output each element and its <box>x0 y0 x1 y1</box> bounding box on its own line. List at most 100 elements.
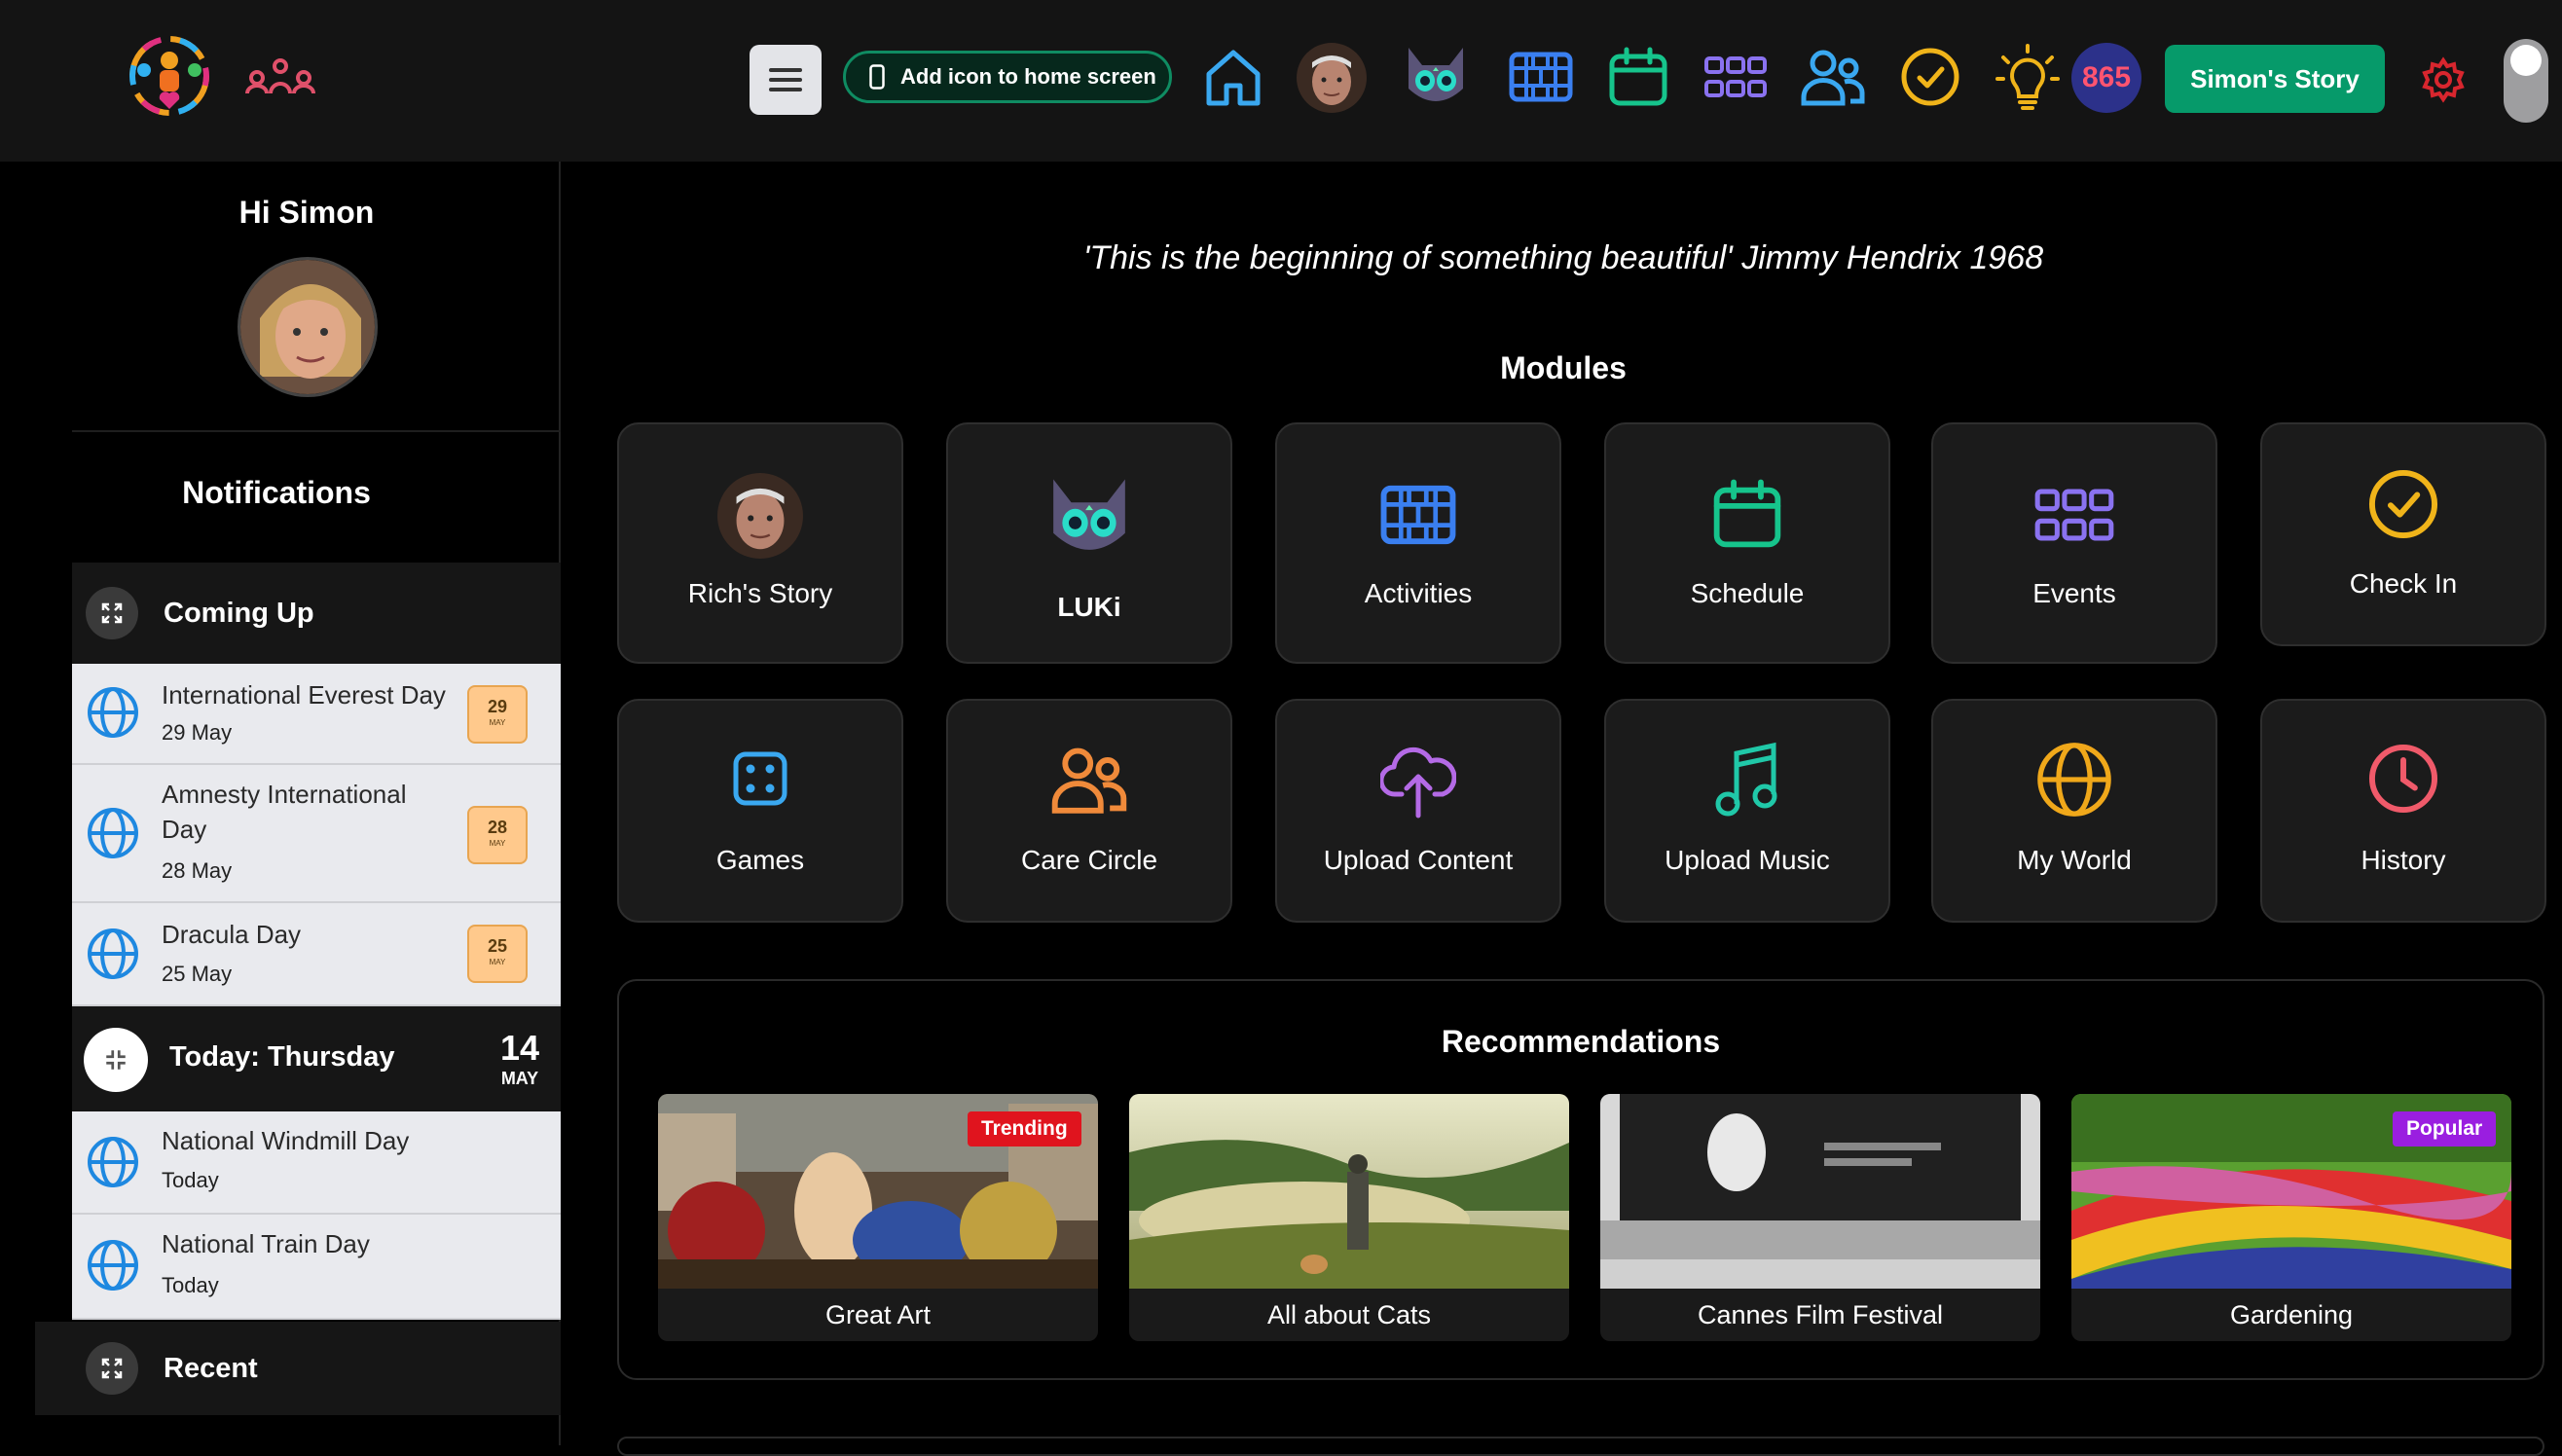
music-icon <box>1606 742 1888 819</box>
expand-icon[interactable] <box>86 1342 138 1395</box>
today-label: Today: Thursday <box>169 1041 395 1073</box>
notification-item[interactable]: National Windmill Day Today <box>72 1111 561 1215</box>
module-label: Activities <box>1364 578 1473 608</box>
care-circle-icon[interactable] <box>1791 35 1875 119</box>
settings-gear-icon[interactable] <box>2404 41 2482 119</box>
app-logo[interactable] <box>123 31 216 121</box>
module-luki[interactable]: LUKi <box>946 422 1232 664</box>
points-badge[interactable]: 865 <box>2071 43 2141 113</box>
notification-title: National Train Day <box>162 1229 370 1258</box>
notification-title: Amnesty International Day <box>162 780 407 844</box>
module-games[interactable]: Games <box>617 699 903 923</box>
globe-icon <box>1933 740 2215 819</box>
lightbulb-icon[interactable] <box>1986 35 2069 119</box>
module-activities[interactable]: Activities <box>1275 422 1561 664</box>
coming-up-header[interactable]: Coming Up <box>72 563 561 664</box>
home-icon[interactable] <box>1191 35 1275 119</box>
phone-icon <box>869 64 885 90</box>
date-chip: 29 MAY <box>467 685 528 744</box>
recommendation-label: Great Art <box>824 1300 932 1329</box>
globe-icon <box>88 808 138 858</box>
globe-icon <box>88 928 138 979</box>
coming-up-label: Coming Up <box>164 597 314 629</box>
module-label: Check In <box>2349 568 2458 599</box>
notification-date: 25 May <box>162 962 233 986</box>
module-label: My World <box>2017 845 2132 875</box>
recent-header[interactable]: Recent <box>35 1322 561 1415</box>
recommendation-card-gardening[interactable]: Popular Gardening <box>2071 1094 2511 1341</box>
modules-title: Modules <box>1500 350 1627 385</box>
module-events[interactable]: Events <box>1931 422 2217 664</box>
add-to-home-screen-button[interactable]: Add icon to home screen <box>843 51 1172 103</box>
user-avatar[interactable] <box>238 257 378 397</box>
module-upload-content[interactable]: Upload Content <box>1275 699 1561 923</box>
module-my-world[interactable]: My World <box>1931 699 2217 923</box>
module-care-circle[interactable]: Care Circle <box>946 699 1232 923</box>
notifications-title: Notifications <box>182 475 371 510</box>
module-label: Events <box>2032 578 2116 608</box>
module-label: Games <box>715 845 805 875</box>
recommendations-title: Recommendations <box>1441 1024 1721 1059</box>
globe-icon <box>88 687 138 738</box>
module-upload-music[interactable]: Upload Music <box>1604 699 1890 923</box>
toggle-knob <box>2510 45 2542 76</box>
recommendation-label: Cannes Film Festival <box>1697 1300 1944 1329</box>
recommendation-card-cannes[interactable]: Cannes Film Festival <box>1600 1094 2040 1341</box>
module-history[interactable]: History <box>2260 699 2546 923</box>
module-label: Upload Content <box>1323 845 1514 875</box>
notification-title: National Windmill Day <box>162 1126 410 1155</box>
schedule-icon[interactable] <box>1596 35 1680 119</box>
module-label: LUKi <box>1057 592 1121 622</box>
date-chip: 28 MAY <box>467 806 528 864</box>
theme-toggle[interactable] <box>2504 39 2548 123</box>
notification-item[interactable]: National Train Day Today <box>72 1215 561 1320</box>
today-header[interactable]: Today: Thursday 14 MAY <box>72 1006 561 1111</box>
schedule-icon <box>1606 479 1888 549</box>
recent-label: Recent <box>164 1352 258 1384</box>
recommendations-panel: Recommendations Trending Great Art All a… <box>617 979 2544 1380</box>
popular-badge: Popular <box>2393 1111 2497 1147</box>
hamburger-icon <box>769 68 802 91</box>
module-label: History <box>2361 845 2446 875</box>
check-in-icon[interactable] <box>1888 35 1972 119</box>
luki-cat-icon[interactable] <box>1394 35 1478 119</box>
expand-icon[interactable] <box>86 587 138 639</box>
recommendation-label: All about Cats <box>1266 1300 1432 1329</box>
notification-date: Today <box>162 1168 219 1192</box>
notification-item[interactable]: Dracula Day 25 May 25 MAY <box>72 903 561 1006</box>
today-day-number: 14 <box>499 1028 540 1068</box>
menu-button[interactable] <box>750 45 822 115</box>
notification-title: Dracula Day <box>162 920 302 949</box>
globe-icon <box>88 1137 138 1187</box>
module-schedule[interactable]: Schedule <box>1604 422 1890 664</box>
module-check-in[interactable]: Check In <box>2260 422 2546 646</box>
family-icon[interactable] <box>243 55 317 97</box>
cats-image <box>1129 1094 1569 1289</box>
events-icon[interactable] <box>1694 35 1777 119</box>
date-chip: 25 MAY <box>467 925 528 983</box>
notification-item[interactable]: Amnesty International Day 28 May 28 MAY <box>72 765 561 903</box>
notification-item[interactable]: International Everest Day 29 May 29 MAY <box>72 664 561 765</box>
recommendation-card-cats[interactable]: All about Cats <box>1129 1094 1569 1341</box>
cannes-image <box>1600 1094 2040 1289</box>
upload-cloud-icon <box>1277 740 1559 819</box>
recommendation-label: Gardening <box>2229 1300 2354 1329</box>
add-to-home-label: Add icon to home screen <box>900 64 1156 89</box>
today-month: MAY <box>500 1069 539 1088</box>
games-icon <box>619 751 901 806</box>
activities-icon[interactable] <box>1499 35 1583 119</box>
notification-date: 29 May <box>162 720 233 745</box>
clock-icon <box>2262 742 2544 816</box>
events-icon <box>1933 487 2215 543</box>
next-panel-edge <box>617 1437 2544 1456</box>
collapse-icon[interactable] <box>84 1028 148 1092</box>
simons-story-button[interactable]: Simon's Story <box>2165 45 2385 113</box>
luki-cat-icon <box>948 469 1230 566</box>
recommendation-card-great-art[interactable]: Trending Great Art <box>658 1094 1098 1341</box>
module-richs-story[interactable]: Rich's Story <box>617 422 903 664</box>
greeting: Hi Simon <box>238 195 375 230</box>
module-label: Upload Music <box>1665 845 1830 875</box>
rich-avatar[interactable] <box>1297 43 1367 113</box>
notification-date: Today <box>162 1273 219 1297</box>
module-label: Rich's Story <box>687 578 833 608</box>
